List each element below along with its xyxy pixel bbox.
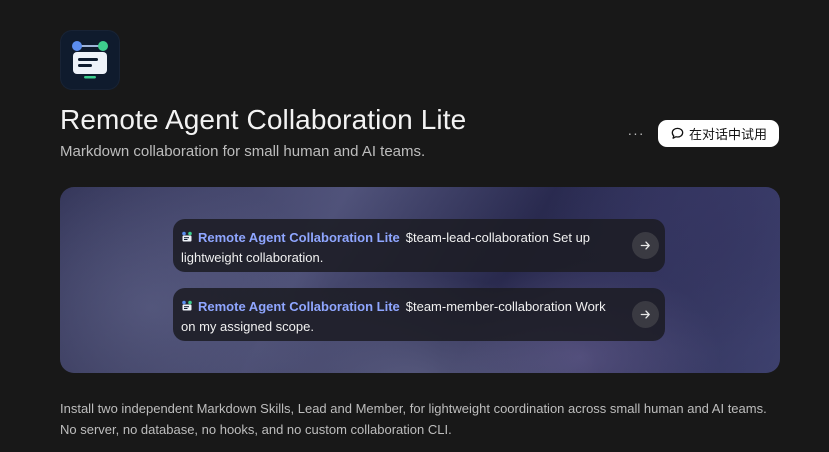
app-mini-icon <box>181 298 193 317</box>
description-line: No server, no database, no hooks, and no… <box>60 422 452 437</box>
prompt-card-member[interactable]: Remote Agent Collaboration Lite $team-mem… <box>173 288 665 341</box>
prompt-app-name: Remote Agent Collaboration Lite <box>198 299 400 314</box>
app-subtitle: Markdown collaboration for small human a… <box>60 143 426 160</box>
prompt-app-name: Remote Agent Collaboration Lite <box>198 230 400 245</box>
chat-bubble-icon <box>670 126 685 141</box>
try-in-chat-label: 在对话中试用 <box>688 127 767 142</box>
app-description: Install two independent Markdown Skills,… <box>60 398 800 440</box>
try-in-chat-button[interactable]: 在对话中试用 <box>658 120 779 147</box>
prompt-banner: Remote Agent Collaboration Lite $team-lea… <box>60 187 780 373</box>
app-logo-icon <box>60 30 120 90</box>
send-arrow-icon[interactable] <box>632 232 659 259</box>
prompt-card-lead[interactable]: Remote Agent Collaboration Lite $team-lea… <box>173 219 665 272</box>
more-options-button[interactable]: ··· <box>624 122 648 144</box>
send-arrow-icon[interactable] <box>632 301 659 328</box>
description-line: Install two independent Markdown Skills,… <box>60 401 767 416</box>
app-mini-icon <box>181 229 193 248</box>
app-title: Remote Agent Collaboration Lite <box>60 104 467 135</box>
